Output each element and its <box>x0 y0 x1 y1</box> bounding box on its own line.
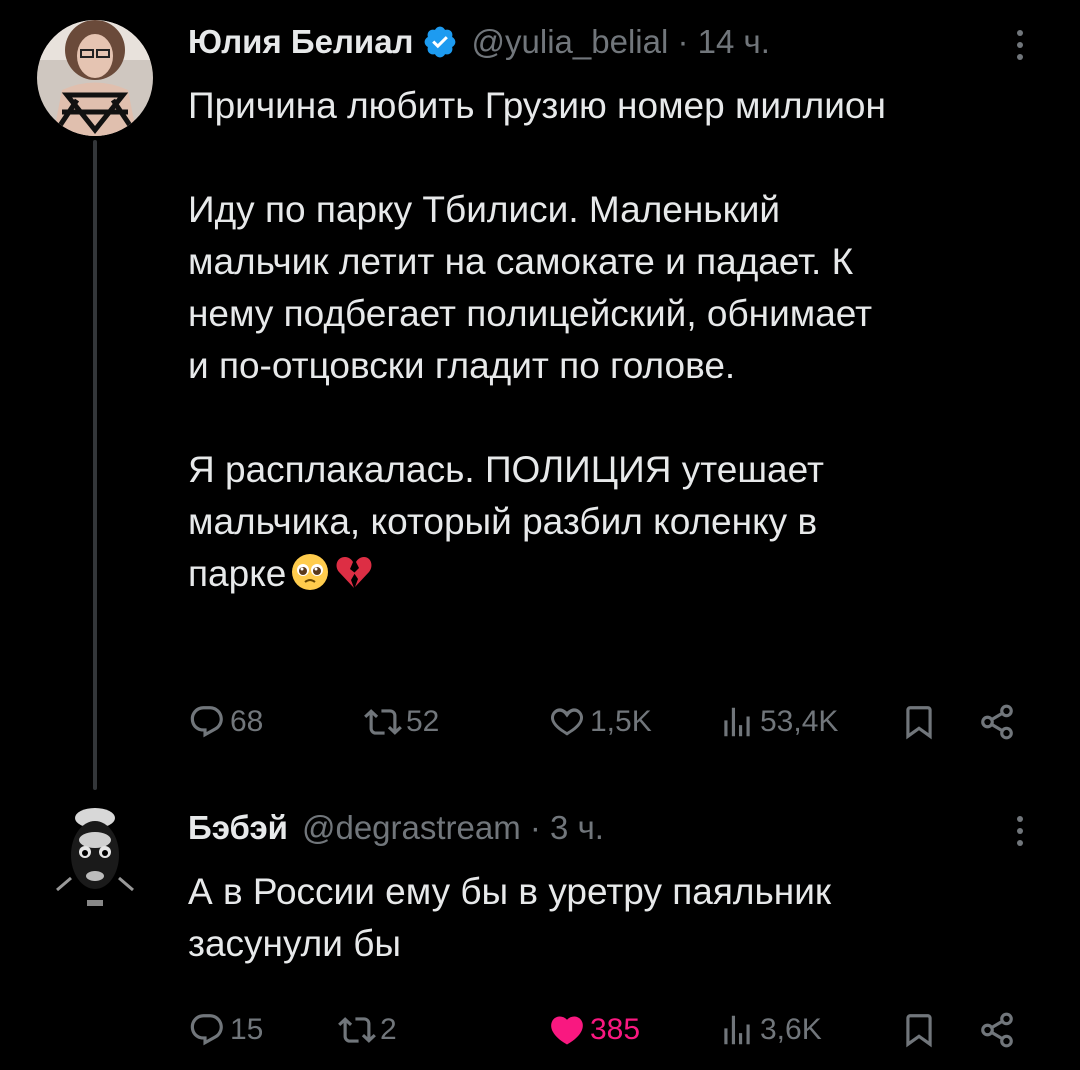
like-button[interactable]: 385 <box>548 1006 640 1054</box>
tweet-line: нему подбегает полицейский, обнимает <box>188 293 873 334</box>
reply-button[interactable]: 68 <box>188 698 263 746</box>
tweet-actions: 68 52 1,5K 53,4K <box>188 698 1028 746</box>
share-button[interactable] <box>978 698 1020 746</box>
retweet-count: 52 <box>406 705 440 738</box>
views-icon <box>724 707 750 737</box>
handle-and-time[interactable]: @yulia_belial · 14 ч. <box>472 23 770 61</box>
views-button[interactable]: 53,4K <box>718 698 838 746</box>
share-icon <box>981 1012 1013 1048</box>
tweet-text: А в России ему бы в уретру паяльник засу… <box>188 866 1048 970</box>
retweet-count: 2 <box>380 1013 397 1046</box>
retweet-icon <box>338 1017 376 1043</box>
retweet-icon <box>364 709 402 735</box>
share-button[interactable] <box>978 1006 1020 1054</box>
author-name[interactable]: Юлия Белиал <box>188 23 414 61</box>
verified-badge-icon <box>422 24 458 60</box>
tweet-line: мальчик летит на самокате и падает. К <box>188 241 854 282</box>
handle-and-time[interactable]: @degrastream · 3 ч. <box>302 809 604 847</box>
like-count: 1,5K <box>590 705 652 738</box>
avatar[interactable] <box>37 20 153 136</box>
tweet-text: Причина любить Грузию номер миллион Иду … <box>188 80 1048 600</box>
author-name[interactable]: Бэбэй <box>188 809 288 847</box>
avatar[interactable] <box>37 800 153 916</box>
tweet-line: Иду по парку Тбилиси. Маленький <box>188 189 781 230</box>
pleading-face-emoji <box>290 552 330 592</box>
thread-connector-line <box>93 140 97 790</box>
like-button[interactable]: 1,5K <box>548 698 652 746</box>
tweet-actions: 15 2 385 3,6K <box>188 1006 1028 1054</box>
bookmark-button[interactable] <box>900 698 942 746</box>
tweet-line: и по-отцовски гладит по голове. <box>188 345 736 386</box>
like-icon <box>550 708 584 736</box>
reply-icon <box>190 1014 223 1046</box>
retweet-button[interactable]: 2 <box>338 1006 397 1054</box>
tweet-line: засунули бы <box>188 923 401 964</box>
tweet-line: Я расплакалась. ПОЛИЦИЯ утешает <box>188 449 824 490</box>
tweet-line: парке <box>188 553 287 594</box>
views-count: 3,6K <box>760 1013 822 1046</box>
like-count: 385 <box>590 1013 641 1046</box>
bookmark-icon <box>906 706 932 740</box>
share-icon <box>981 704 1013 740</box>
tweet-header: Юлия Белиал @yulia_belial · 14 ч. <box>188 22 770 62</box>
tweet-header: Бэбэй @degrastream · 3 ч. <box>188 808 604 848</box>
more-icon[interactable] <box>1012 816 1028 846</box>
bookmark-button[interactable] <box>900 1006 942 1054</box>
views-count: 53,4K <box>760 705 839 738</box>
tweet-line-with-emoji: парке <box>188 548 1048 600</box>
like-icon <box>551 1016 583 1045</box>
broken-heart-emoji <box>334 552 374 592</box>
tweet-line: Причина любить Грузию номер миллион <box>188 85 886 126</box>
reply-button[interactable]: 15 <box>188 1006 263 1054</box>
retweet-button[interactable]: 52 <box>364 698 439 746</box>
reply-count: 68 <box>230 705 264 738</box>
reply-count: 15 <box>230 1013 264 1046</box>
tweet-line: А в России ему бы в уретру паяльник <box>188 871 832 912</box>
views-icon <box>724 1015 750 1045</box>
more-icon[interactable] <box>1012 30 1028 60</box>
reply-icon <box>190 706 223 738</box>
tweet-line: мальчика, который разбил коленку в <box>188 501 818 542</box>
bookmark-icon <box>906 1014 932 1048</box>
views-button[interactable]: 3,6K <box>718 1006 822 1054</box>
